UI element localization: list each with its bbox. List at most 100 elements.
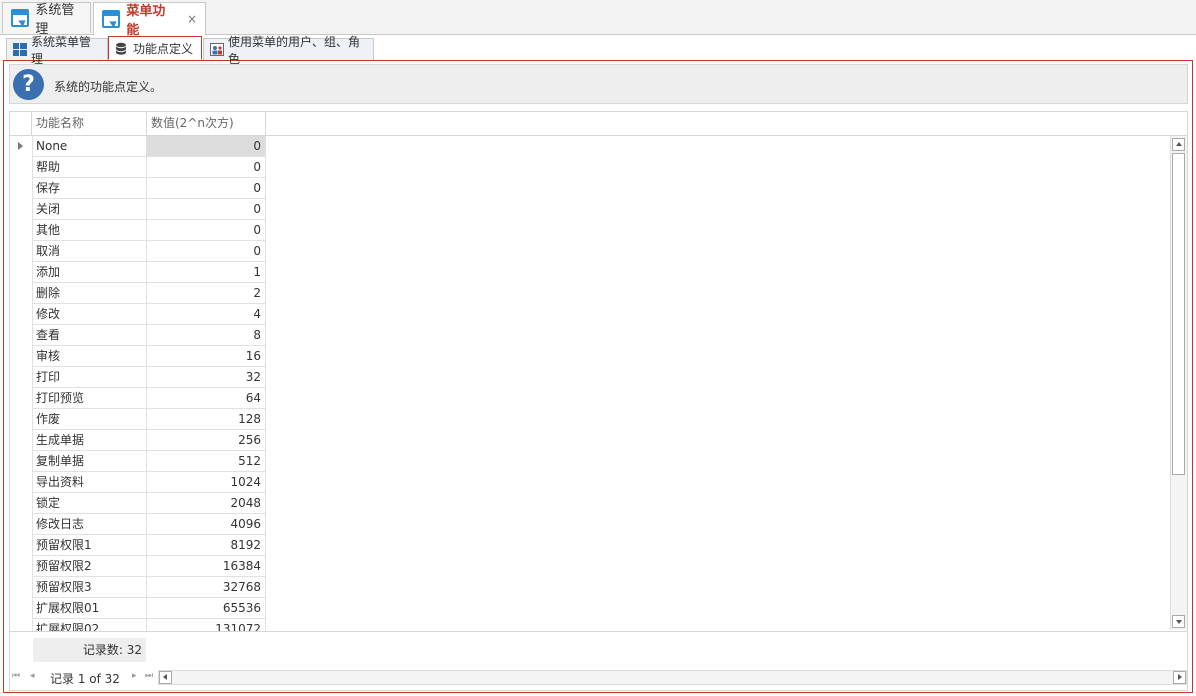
row-indicator[interactable] [10, 493, 32, 514]
function-value-cell[interactable]: 32768 [147, 577, 266, 598]
function-name-cell[interactable]: 查看 [32, 325, 147, 346]
function-value-cell[interactable]: 0 [147, 136, 266, 157]
table-row[interactable]: 审核 16 [10, 346, 266, 367]
function-name-cell[interactable]: 预留权限1 [32, 535, 147, 556]
function-name-cell[interactable]: 扩展权限02 [32, 619, 147, 631]
function-value-cell[interactable]: 16 [147, 346, 266, 367]
function-value-cell[interactable]: 0 [147, 241, 266, 262]
next-record-icon[interactable]: ▸ [132, 671, 137, 681]
last-record-icon[interactable]: ⏭ [145, 671, 153, 681]
function-value-cell[interactable]: 0 [147, 199, 266, 220]
function-value-cell[interactable]: 65536 [147, 598, 266, 619]
function-value-cell[interactable]: 256 [147, 430, 266, 451]
row-indicator[interactable] [10, 157, 32, 178]
table-row[interactable]: 关闭 0 [10, 199, 266, 220]
scroll-left-button[interactable] [159, 671, 172, 684]
function-name-cell[interactable]: 取消 [32, 241, 147, 262]
function-name-cell[interactable]: 预留权限2 [32, 556, 147, 577]
table-row[interactable]: 保存 0 [10, 178, 266, 199]
table-row[interactable]: 扩展权限01 65536 [10, 598, 266, 619]
table-row[interactable]: 删除 2 [10, 283, 266, 304]
table-row[interactable]: 锁定 2048 [10, 493, 266, 514]
table-row[interactable]: None 0 [10, 136, 266, 157]
table-row[interactable]: 帮助 0 [10, 157, 266, 178]
tab-system-management[interactable]: 系统管理 [2, 2, 91, 37]
function-name-cell[interactable]: 添加 [32, 262, 147, 283]
function-name-cell[interactable]: 打印预览 [32, 388, 147, 409]
table-row[interactable]: 添加 1 [10, 262, 266, 283]
table-row[interactable]: 其他 0 [10, 220, 266, 241]
function-name-cell[interactable]: 删除 [32, 283, 147, 304]
function-value-cell[interactable]: 0 [147, 178, 266, 199]
table-row[interactable]: 扩展权限02 131072 [10, 619, 266, 631]
table-row[interactable]: 预留权限1 8192 [10, 535, 266, 556]
tab-menu-users[interactable]: 使用菜单的用户、组、角色 [203, 35, 374, 66]
row-indicator[interactable] [10, 199, 32, 220]
vertical-scrollbar[interactable] [1170, 136, 1187, 630]
row-indicator[interactable] [10, 220, 32, 241]
function-name-cell[interactable]: 导出资料 [32, 472, 147, 493]
scroll-up-button[interactable] [1172, 138, 1185, 151]
row-indicator[interactable] [10, 325, 32, 346]
function-name-cell[interactable]: 审核 [32, 346, 147, 367]
tab-menu-functions[interactable]: 菜单功能 × [93, 2, 206, 38]
function-name-cell[interactable]: 其他 [32, 220, 147, 241]
function-value-cell[interactable]: 32 [147, 367, 266, 388]
close-icon[interactable]: × [187, 12, 197, 26]
row-indicator[interactable] [10, 388, 32, 409]
function-value-cell[interactable]: 4 [147, 304, 266, 325]
first-record-icon[interactable]: ⏮ [12, 671, 20, 681]
function-name-cell[interactable]: 修改日志 [32, 514, 147, 535]
function-value-cell[interactable]: 8192 [147, 535, 266, 556]
function-name-cell[interactable]: 预留权限3 [32, 577, 147, 598]
function-value-cell[interactable]: 1024 [147, 472, 266, 493]
row-indicator[interactable] [10, 472, 32, 493]
row-indicator[interactable] [10, 556, 32, 577]
function-value-cell[interactable]: 2048 [147, 493, 266, 514]
function-name-cell[interactable]: 复制单据 [32, 451, 147, 472]
function-value-cell[interactable]: 2 [147, 283, 266, 304]
function-name-cell[interactable]: 锁定 [32, 493, 147, 514]
function-value-cell[interactable]: 64 [147, 388, 266, 409]
function-value-cell[interactable]: 0 [147, 220, 266, 241]
table-row[interactable]: 导出资料 1024 [10, 472, 266, 493]
table-row[interactable]: 修改 4 [10, 304, 266, 325]
row-indicator[interactable] [10, 598, 32, 619]
scroll-right-button[interactable] [1173, 671, 1186, 684]
function-value-cell[interactable]: 0 [147, 157, 266, 178]
column-header-name[interactable]: 功能名称 [32, 112, 147, 135]
table-row[interactable]: 预留权限2 16384 [10, 556, 266, 577]
function-value-cell[interactable]: 1 [147, 262, 266, 283]
row-indicator[interactable] [10, 619, 32, 631]
function-value-cell[interactable]: 16384 [147, 556, 266, 577]
row-indicator[interactable] [10, 577, 32, 598]
horizontal-scrollbar[interactable] [158, 670, 1187, 685]
row-indicator[interactable] [10, 262, 32, 283]
row-indicator[interactable] [10, 241, 32, 262]
function-value-cell[interactable]: 512 [147, 451, 266, 472]
row-indicator[interactable] [10, 409, 32, 430]
table-row[interactable]: 打印预览 64 [10, 388, 266, 409]
tab-system-menu[interactable]: 系统菜单管理 [6, 35, 108, 66]
row-indicator[interactable] [10, 304, 32, 325]
prev-record-icon[interactable]: ◂ [30, 671, 35, 681]
table-row[interactable]: 复制单据 512 [10, 451, 266, 472]
table-row[interactable]: 预留权限3 32768 [10, 577, 266, 598]
row-indicator[interactable] [10, 283, 32, 304]
function-value-cell[interactable]: 8 [147, 325, 266, 346]
scroll-thumb[interactable] [1172, 153, 1185, 475]
table-row[interactable]: 打印 32 [10, 367, 266, 388]
function-name-cell[interactable]: 修改 [32, 304, 147, 325]
row-indicator[interactable] [10, 178, 32, 199]
function-name-cell[interactable]: 保存 [32, 178, 147, 199]
row-indicator[interactable] [10, 535, 32, 556]
function-value-cell[interactable]: 4096 [147, 514, 266, 535]
function-value-cell[interactable]: 128 [147, 409, 266, 430]
function-name-cell[interactable]: 扩展权限01 [32, 598, 147, 619]
function-name-cell[interactable]: 打印 [32, 367, 147, 388]
function-name-cell[interactable]: 作废 [32, 409, 147, 430]
scroll-down-button[interactable] [1172, 615, 1185, 628]
row-indicator[interactable] [10, 346, 32, 367]
function-name-cell[interactable]: None [32, 136, 147, 157]
row-indicator[interactable] [10, 514, 32, 535]
